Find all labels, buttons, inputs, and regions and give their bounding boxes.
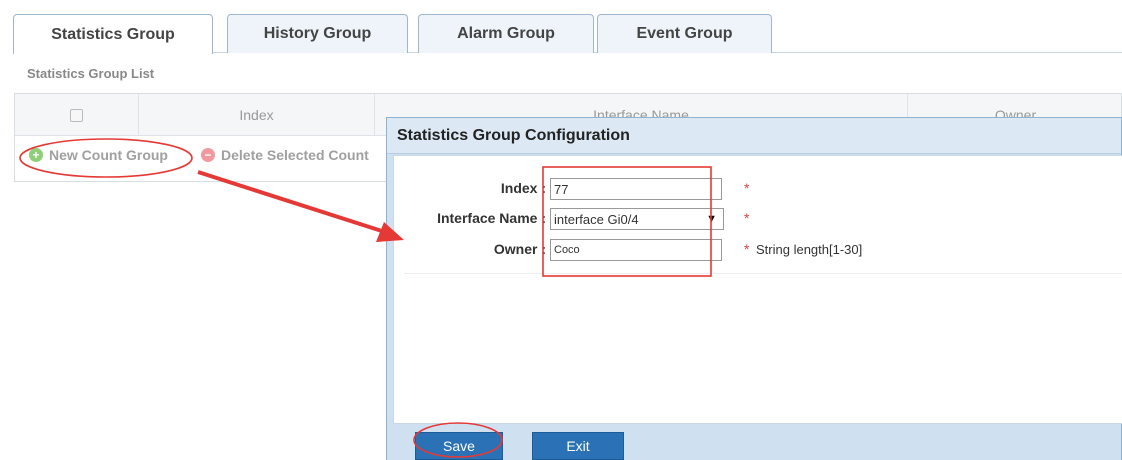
annotation-ellipse-save	[413, 422, 503, 458]
annotation-overlay	[19, 138, 712, 458]
annotation-rect-form	[542, 166, 712, 277]
annotation-arrow-line	[197, 170, 389, 235]
annotation-arrow-head	[376, 222, 404, 242]
annotation-ellipse-new	[19, 138, 193, 178]
tab-statistics-group[interactable]: Statistics Group	[13, 14, 213, 54]
